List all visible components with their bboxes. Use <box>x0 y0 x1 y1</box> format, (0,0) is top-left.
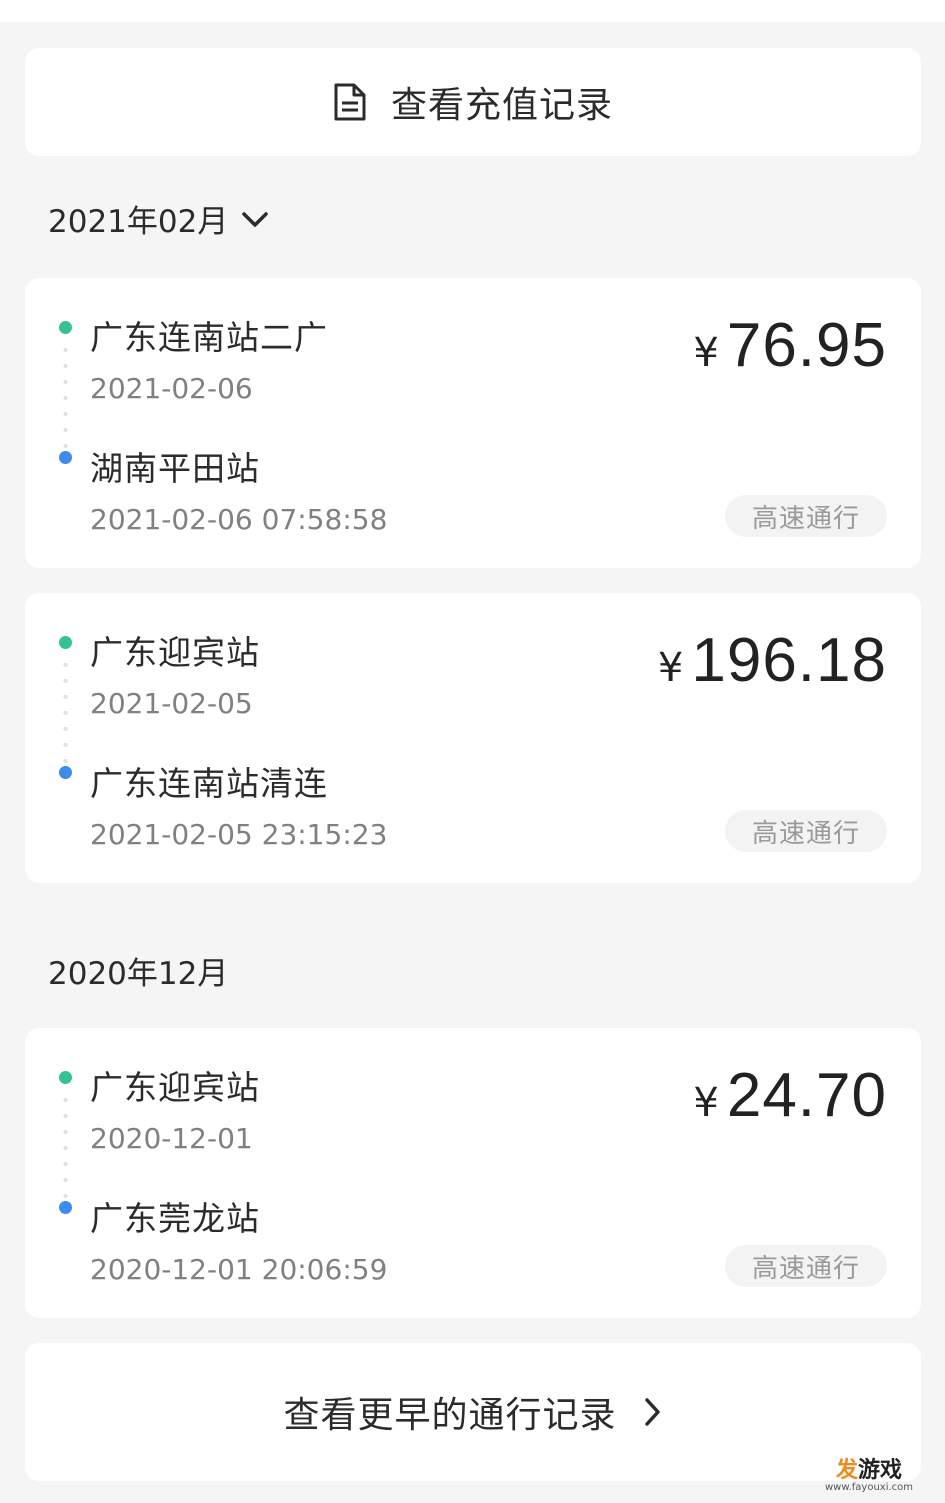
destination-datetime: 2021-02-05 23:15:23 <box>90 818 388 851</box>
origin-date: 2021-02-05 <box>90 687 253 720</box>
destination-dot-icon <box>59 451 72 464</box>
toll-amount: ¥ 24.70 <box>693 1060 887 1131</box>
trip-record-card[interactable]: 广东连南站二广 2021-02-06 湖南平田站 2021-02-06 07:5… <box>25 278 921 568</box>
route-line <box>63 1092 68 1200</box>
trip-type-badge: 高速通行 <box>725 810 887 852</box>
watermark-brand-b: 游戏 <box>858 1458 903 1483</box>
amount-value: 196.18 <box>691 626 887 695</box>
origin-dot-icon <box>59 1071 72 1084</box>
origin-dot-icon <box>59 321 72 334</box>
currency-symbol: ¥ <box>693 1080 719 1126</box>
origin-date: 2020-12-01 <box>90 1122 253 1155</box>
trip-record-card[interactable]: 广东迎宾站 2020-12-01 广东莞龙站 2020-12-01 20:06:… <box>25 1028 921 1318</box>
toll-amount: ¥ 196.18 <box>658 625 887 696</box>
document-icon <box>334 83 366 121</box>
origin-date: 2021-02-06 <box>90 372 253 405</box>
watermark-logo: 发游戏 www.fayouxi.com <box>805 1455 933 1499</box>
currency-symbol: ¥ <box>693 330 719 376</box>
destination-station: 广东连南站清连 <box>90 764 328 803</box>
month-selector[interactable]: 2021年02月 <box>48 196 270 241</box>
trip-type-badge: 高速通行 <box>725 1245 887 1287</box>
chevron-down-icon <box>242 211 269 227</box>
destination-dot-icon <box>59 1201 72 1214</box>
origin-station: 广东迎宾站 <box>90 633 260 672</box>
origin-station: 广东连南站二广 <box>90 318 328 357</box>
trip-record-card[interactable]: 广东迎宾站 2021-02-05 广东连南站清连 2021-02-05 23:1… <box>25 593 921 883</box>
route-line <box>63 342 68 450</box>
destination-datetime: 2020-12-01 20:06:59 <box>90 1253 388 1286</box>
watermark-brand-a: 发 <box>835 1458 858 1483</box>
toll-amount: ¥ 76.95 <box>693 310 887 381</box>
month-label: 2020年12月 <box>48 956 229 992</box>
view-recharge-records-button[interactable]: 查看充值记录 <box>25 48 921 156</box>
amount-value: 24.70 <box>726 1061 887 1130</box>
month-label: 2021年02月 <box>48 204 229 240</box>
amount-value: 76.95 <box>726 311 887 380</box>
origin-station: 广东迎宾站 <box>90 1068 260 1107</box>
month-header: 2020年12月 <box>48 948 228 993</box>
chevron-right-icon <box>644 1398 660 1426</box>
more-label: 查看更早的通行记录 <box>283 1395 617 1436</box>
destination-dot-icon <box>59 766 72 779</box>
recharge-label: 查看充值记录 <box>390 85 613 126</box>
destination-station: 广东莞龙站 <box>90 1199 260 1238</box>
destination-station: 湖南平田站 <box>90 449 260 488</box>
route-line <box>63 657 68 765</box>
top-bar <box>0 0 945 22</box>
origin-dot-icon <box>59 636 72 649</box>
trip-type-badge: 高速通行 <box>725 495 887 537</box>
watermark-url: www.fayouxi.com <box>824 1482 914 1493</box>
destination-datetime: 2021-02-06 07:58:58 <box>90 503 388 536</box>
view-earlier-records-button[interactable]: 查看更早的通行记录 <box>25 1343 921 1481</box>
currency-symbol: ¥ <box>657 645 684 691</box>
